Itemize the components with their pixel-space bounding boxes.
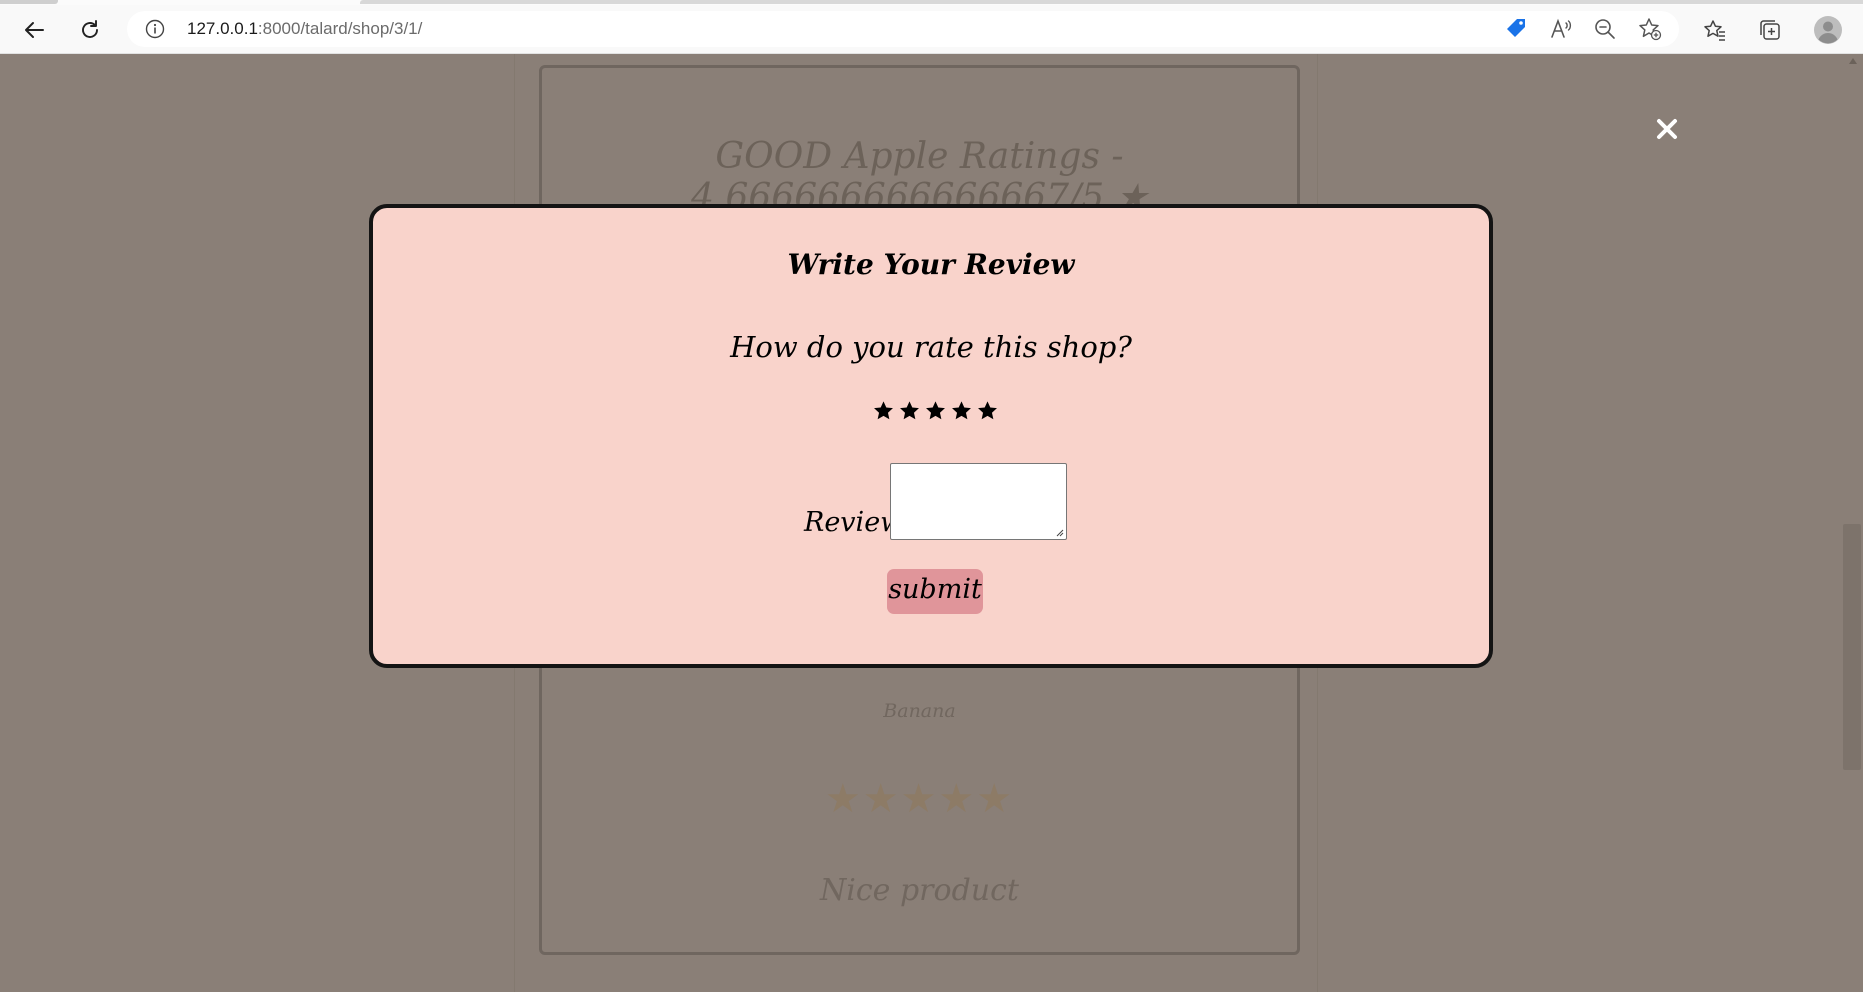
read-aloud-icon xyxy=(1551,18,1572,38)
star-3-icon[interactable] xyxy=(925,400,946,421)
url-path: :8000/talard/shop/3/1/ xyxy=(257,19,423,38)
review-product-name: Banana xyxy=(883,700,956,722)
favorites-icon xyxy=(1704,20,1725,41)
rating-question: How do you rate this shop? xyxy=(730,330,1132,364)
review-modal: Write Your Review How do you rate this s… xyxy=(369,204,1493,668)
active-tab-indicator[interactable] xyxy=(0,0,58,4)
resize-grip-icon[interactable] xyxy=(1056,529,1064,537)
scrollbar[interactable] xyxy=(1845,54,1863,992)
zoom-out-icon xyxy=(1595,19,1615,39)
zoom-button[interactable] xyxy=(1592,16,1618,42)
back-arrow-icon xyxy=(25,22,44,38)
url-text[interactable]: 127.0.0.1:8000/talard/shop/3/1/ xyxy=(187,11,422,47)
star-icon: ★ xyxy=(938,776,977,822)
collections-button[interactable] xyxy=(1757,17,1783,43)
url-host: 127.0.0.1 xyxy=(187,19,258,38)
close-icon xyxy=(1657,119,1677,139)
refresh-button[interactable] xyxy=(74,14,106,46)
star-5-icon[interactable] xyxy=(977,400,998,421)
add-favorite-icon xyxy=(1639,18,1662,41)
close-modal-button[interactable] xyxy=(1652,114,1682,144)
address-bar[interactable]: 127.0.0.1:8000/talard/shop/3/1/ xyxy=(127,11,1679,47)
review-textarea[interactable] xyxy=(890,463,1067,540)
back-button[interactable] xyxy=(18,14,50,46)
browser-toolbar: 127.0.0.1:8000/talard/shop/3/1/ xyxy=(0,5,1863,54)
info-icon xyxy=(145,19,165,39)
star-icon: ★ xyxy=(862,776,901,822)
modal-title: Write Your Review xyxy=(787,248,1075,281)
collections-icon xyxy=(1760,20,1780,40)
shopping-button[interactable] xyxy=(1503,16,1529,42)
star-icon: ★ xyxy=(976,776,1015,822)
refresh-icon xyxy=(82,20,98,38)
star-rating-input xyxy=(873,400,998,424)
scrollbar-thumb[interactable] xyxy=(1843,524,1861,770)
scroll-up-arrow-icon[interactable] xyxy=(1849,58,1857,64)
site-info-button[interactable] xyxy=(145,19,165,39)
profile-button[interactable] xyxy=(1812,14,1844,46)
star-2-icon[interactable] xyxy=(899,400,920,421)
favorites-button[interactable] xyxy=(1702,17,1728,43)
shopping-tag-icon xyxy=(1507,19,1525,37)
review-comment: Nice product xyxy=(820,873,1019,908)
review-star-rating: ★★★★★ xyxy=(542,776,1297,822)
submit-button[interactable]: submit xyxy=(887,569,983,614)
star-icon: ★ xyxy=(900,776,939,822)
tab-bar-edge xyxy=(360,0,1863,4)
add-favorite-button[interactable] xyxy=(1637,16,1663,42)
star-1-icon[interactable] xyxy=(873,400,894,421)
star-4-icon[interactable] xyxy=(951,400,972,421)
read-aloud-button[interactable] xyxy=(1548,16,1574,42)
star-icon: ★ xyxy=(824,776,863,822)
profile-icon xyxy=(1814,16,1842,44)
